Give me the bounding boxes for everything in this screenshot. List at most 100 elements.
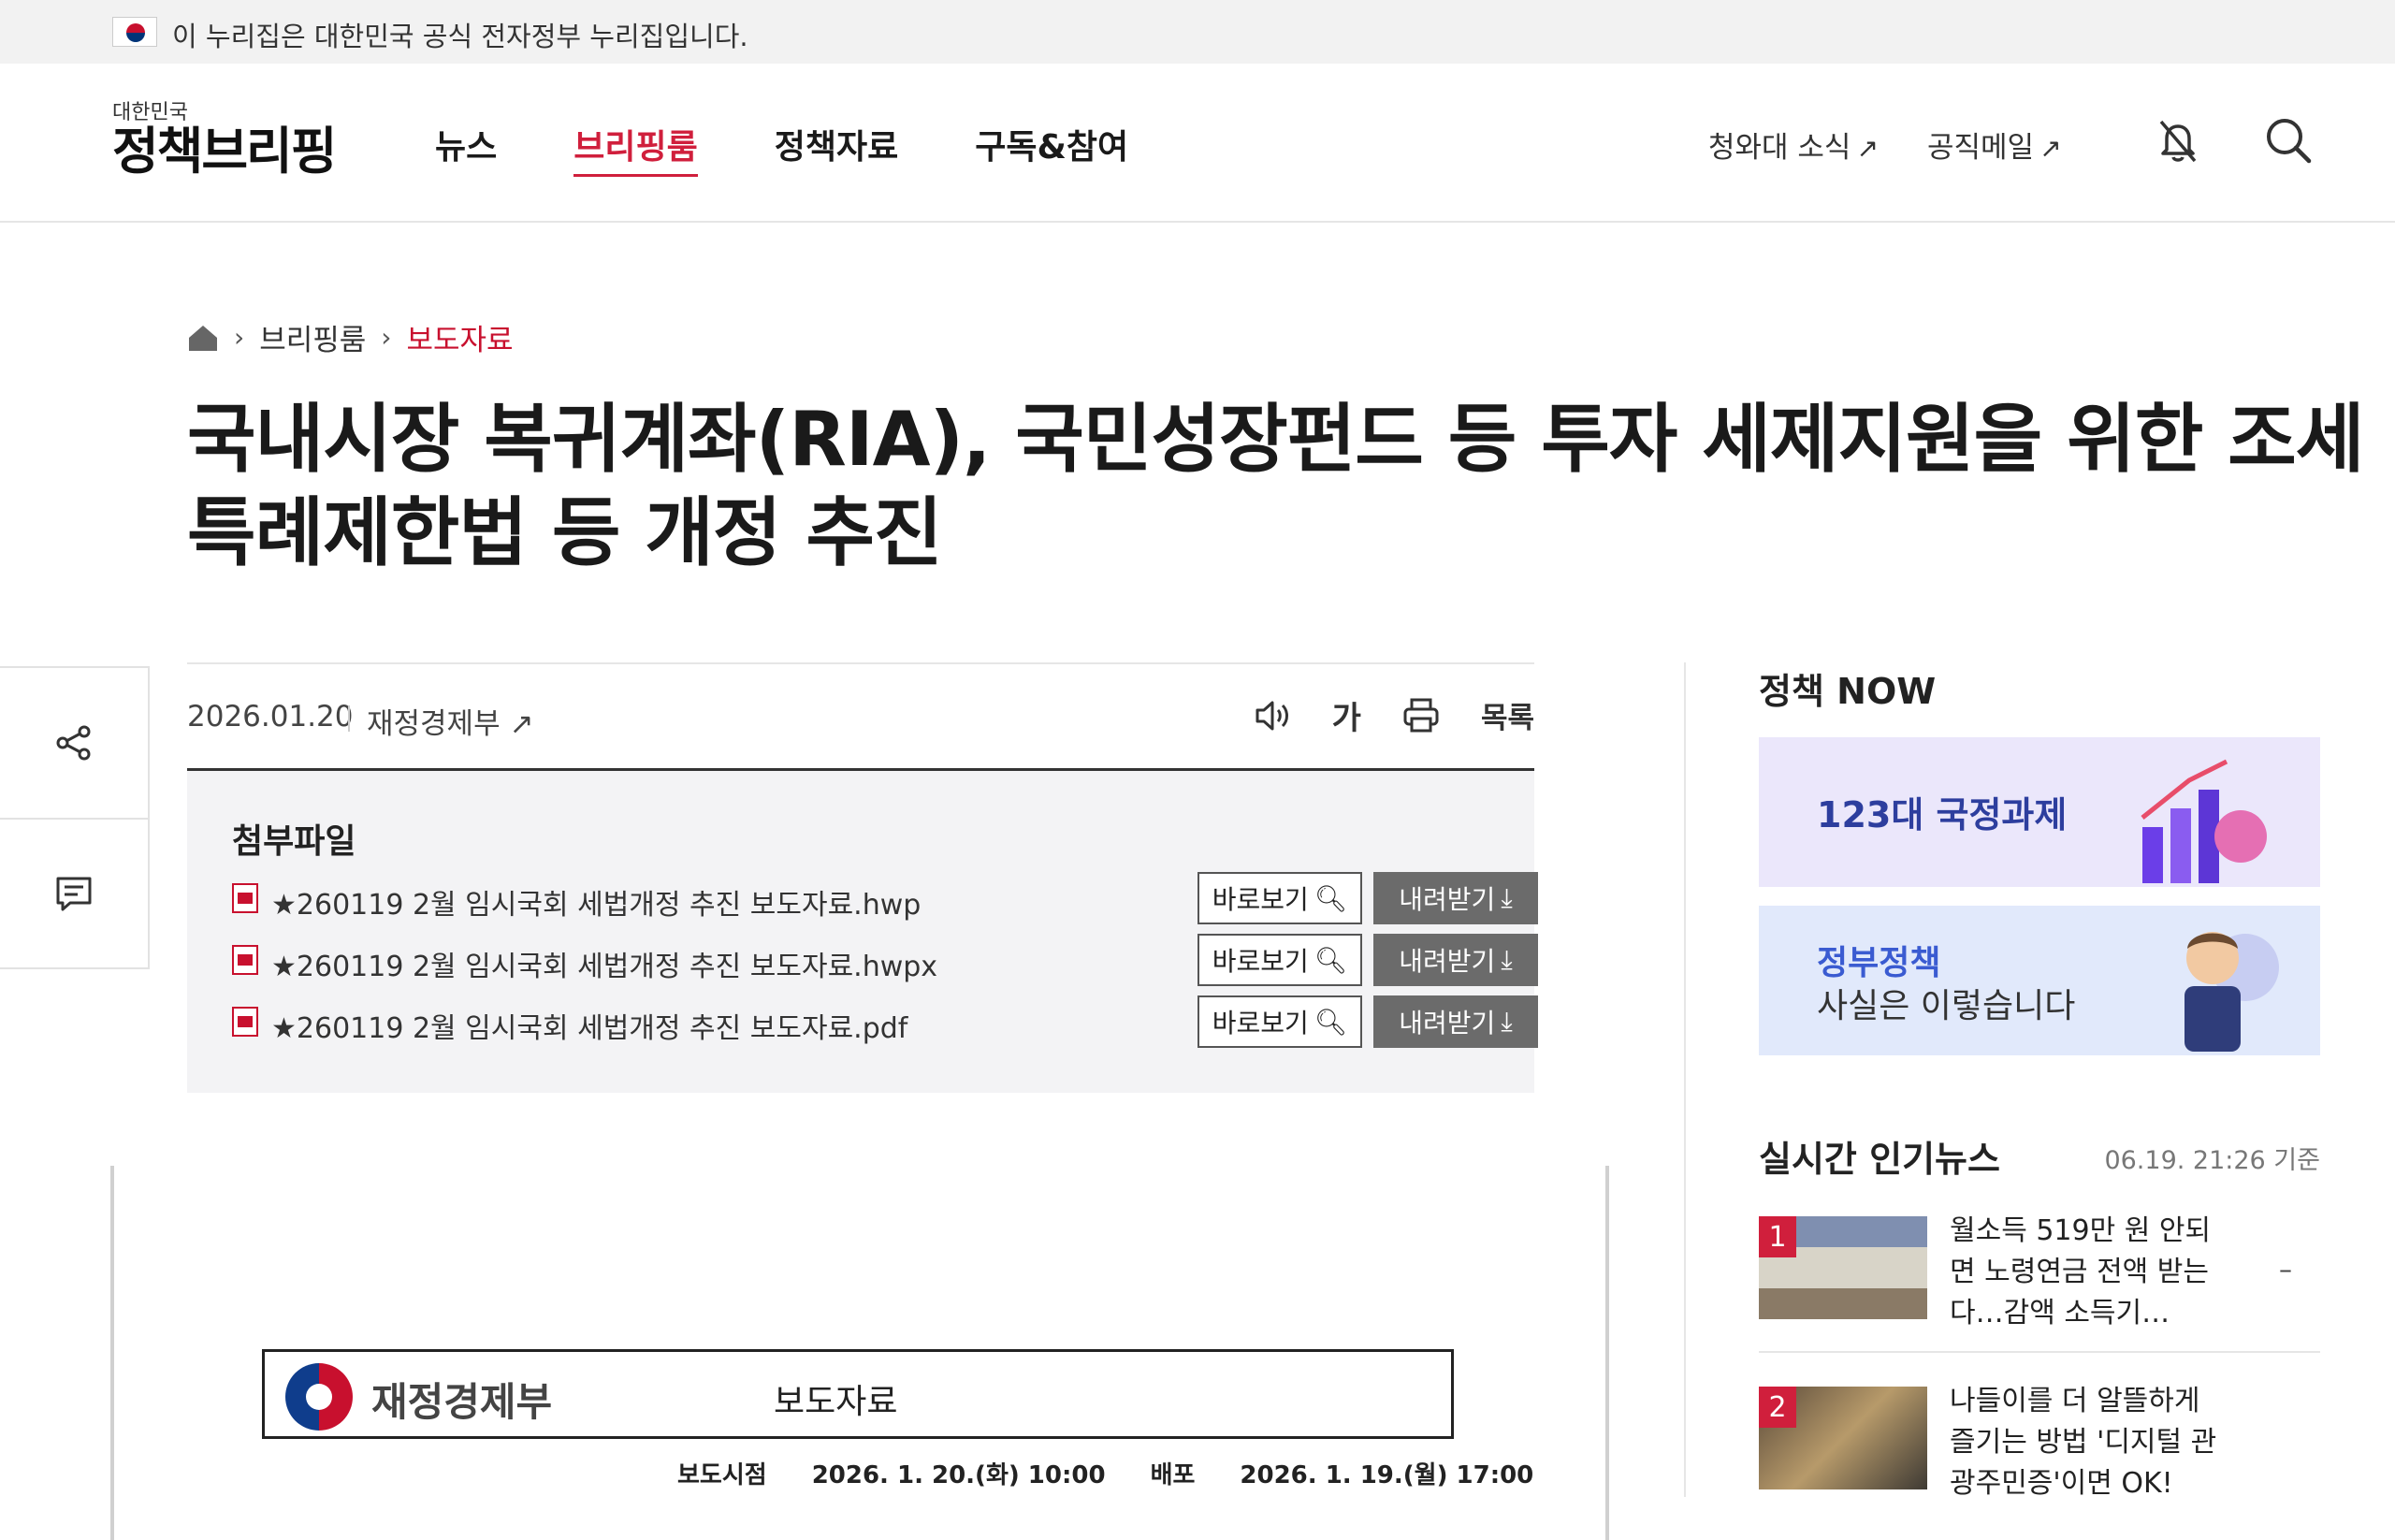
policy-now-title: 정책 NOW xyxy=(1759,671,1937,712)
breadcrumb-press-release[interactable]: 보도자료 xyxy=(407,316,514,358)
main-nav: 뉴스 브리핑룸 정책자료 구독&참여 xyxy=(435,120,1128,177)
article-date: 2026.01.20 xyxy=(187,700,354,734)
view-button[interactable]: 바로보기 🔍︎ xyxy=(1198,934,1362,986)
site-header: 대한민국 정책브리핑 뉴스 브리핑룸 정책자료 구독&참여 청와대 소식 ↗ 공직… xyxy=(0,64,2395,223)
banner-fact-check-line2: 사실은 이렇습니다 xyxy=(1817,987,2076,1025)
view-button-label: 바로보기 xyxy=(1212,946,1309,977)
document-ministry: 재정경제부 xyxy=(371,1379,553,1425)
government-emblem-icon xyxy=(285,1363,353,1431)
download-button[interactable]: 내려받기 ⤓ xyxy=(1373,934,1538,986)
release-value: 2026. 1. 19.(월) 17:00 xyxy=(1240,1461,1534,1489)
gov-notice-bar: 이 누리집은 대한민국 공식 전자정부 누리집입니다. xyxy=(0,0,2395,64)
embargo-value: 2026. 1. 20.(화) 10:00 xyxy=(811,1461,1106,1489)
embargo-label: 보도시점 xyxy=(677,1461,767,1489)
magnifier-icon: 🔍︎ xyxy=(1314,1006,1348,1038)
nav-policy-materials[interactable]: 정책자료 xyxy=(775,120,898,177)
popular-news-title: 실시간 인기뉴스 xyxy=(1759,1139,2000,1180)
attachment-row: ★260119 2월 임시국회 세법개정 추진 보도자료.hwpx 바로보기 🔍︎… xyxy=(232,934,1538,986)
popular-news-item[interactable]: 2 나들이를 더 알뜰하게 즐기는 방법 '디지털 관광주민증'이면 OK! xyxy=(1759,1385,2320,1536)
link-official-mail-label: 공직메일 xyxy=(1927,131,2035,165)
document-meta: 보도시점 2026. 1. 20.(화) 10:00 배포 2026. 1. 19.(… xyxy=(677,1456,1578,1490)
news-headline: 나들이를 더 알뜰하게 즐기는 방법 '디지털 관광주민증'이면 OK! xyxy=(1950,1385,2217,1500)
side-tools xyxy=(0,666,150,969)
document-header: 재정경제부 보도자료 xyxy=(262,1349,1454,1439)
policy-now-section: 정책 NOW xyxy=(1759,662,2320,714)
link-official-mail[interactable]: 공직메일 ↗ xyxy=(1927,123,2062,166)
attachments-title: 첨부파일 xyxy=(232,822,356,861)
download-button[interactable]: 내려받기 ⤓ xyxy=(1373,872,1538,924)
home-icon[interactable] xyxy=(187,323,219,353)
banner-national-tasks-text: 123대 국정과제 xyxy=(1817,794,2068,835)
logo-big-text: 정책브리핑 xyxy=(112,122,337,181)
comment-icon xyxy=(56,877,92,911)
list-button[interactable]: 목록 xyxy=(1481,694,1534,736)
article-meta: 2026.01.20 재정경제부 ↗ 가 목록 xyxy=(187,662,1534,771)
download-button-label: 내려받기 xyxy=(1399,884,1496,915)
popular-news-divider xyxy=(1759,1351,2320,1353)
attachment-name: ★260119 2월 임시국회 세법개정 추진 보도자료.hwpx xyxy=(271,951,938,983)
comment-button[interactable] xyxy=(0,818,148,967)
external-link-icon: ↗ xyxy=(2039,133,2062,164)
chevron-right-icon: › xyxy=(381,322,392,353)
link-cheongwadae-label: 청와대 소식 xyxy=(1708,131,1851,165)
notification-off-icon[interactable] xyxy=(2150,112,2206,168)
banner-fact-check-line1: 정부정책 xyxy=(1817,944,1941,982)
download-icon: ⤓ xyxy=(1501,1006,1513,1037)
attachment-row: ★260119 2월 임시국회 세법개정 추진 보도자료.hwp 바로보기 🔍︎ … xyxy=(232,872,1538,924)
download-button-label: 내려받기 xyxy=(1399,1008,1496,1039)
download-button[interactable]: 내려받기 ⤓ xyxy=(1373,995,1538,1048)
nav-subscribe[interactable]: 구독&참여 xyxy=(975,120,1128,177)
search-icon[interactable] xyxy=(2260,112,2316,168)
view-button-label: 바로보기 xyxy=(1212,1008,1309,1039)
nav-briefing-room[interactable]: 브리핑룸 xyxy=(573,120,698,177)
attachment-row: ★260119 2월 임시국회 세법개정 추진 보도자료.pdf 바로보기 🔍︎ … xyxy=(232,995,1538,1048)
view-button-label: 바로보기 xyxy=(1212,884,1309,915)
popular-news-time: 06.19. 21:26 기준 xyxy=(2104,1146,2320,1175)
document-kind: 보도자료 xyxy=(774,1383,898,1421)
gov-notice-text: 이 누리집은 대한민국 공식 전자정부 누리집입니다. xyxy=(172,21,748,52)
news-headline: 월소득 519만 원 안되면 노령연금 전액 받는다…감액 소득기… xyxy=(1950,1214,2212,1329)
chevron-right-icon: › xyxy=(234,322,245,353)
meta-divider xyxy=(348,705,350,732)
external-link-icon: ↗ xyxy=(1856,133,1879,164)
download-button-label: 내려받기 xyxy=(1399,946,1496,977)
chart-illustration-icon xyxy=(2141,759,2267,883)
pdf-file-icon xyxy=(232,1007,258,1037)
banner-fact-check[interactable]: 정부정책 사실은 이렇습니다 xyxy=(1759,906,2320,1055)
speaker-icon[interactable] xyxy=(1252,695,1293,736)
view-button[interactable]: 바로보기 🔍︎ xyxy=(1198,872,1362,924)
site-logo[interactable]: 대한민국 정책브리핑 xyxy=(112,95,337,181)
breadcrumb-briefing-room[interactable]: 브리핑룸 xyxy=(259,316,366,358)
hwpx-file-icon xyxy=(232,945,258,975)
release-label: 배포 xyxy=(1150,1461,1196,1489)
external-link-icon: ↗ xyxy=(509,707,534,741)
content-divider xyxy=(1684,662,1686,1497)
news-rank: 2 xyxy=(1759,1387,1796,1428)
view-button[interactable]: 바로보기 🔍︎ xyxy=(1198,995,1362,1048)
print-icon[interactable] xyxy=(1401,695,1442,736)
hwp-file-icon xyxy=(232,883,258,913)
share-icon xyxy=(56,725,91,761)
article-dept-link[interactable]: 재정경제부 ↗ xyxy=(367,700,533,742)
character-illustration-icon xyxy=(2185,932,2279,1052)
magnifier-icon: 🔍︎ xyxy=(1314,944,1348,976)
news-trend: – xyxy=(2279,1254,2292,1285)
attachments-box: 첨부파일 ★260119 2월 임시국회 세법개정 추진 보도자료.hwp 바로… xyxy=(187,771,1538,1093)
popular-news-item[interactable]: 1 월소득 519만 원 안되면 노령연금 전액 받는다…감액 소득기… – xyxy=(1759,1214,2320,1366)
banner-national-tasks[interactable]: 123대 국정과제 xyxy=(1759,737,2320,887)
attachment-name: ★260119 2월 임시국회 세법개정 추진 보도자료.hwp xyxy=(271,889,922,922)
attachment-name: ★260119 2월 임시국회 세법개정 추진 보도자료.pdf xyxy=(271,1012,908,1045)
magnifier-icon: 🔍︎ xyxy=(1314,882,1348,914)
share-button[interactable] xyxy=(0,668,148,818)
article-title: 국내시장 복귀계좌(RIA), 국민성장펀드 등 투자 세제지원을 위한 조세특… xyxy=(187,396,2364,576)
nav-news[interactable]: 뉴스 xyxy=(435,120,497,177)
breadcrumb: › 브리핑룸 › 보도자료 xyxy=(187,316,514,358)
link-cheongwadae[interactable]: 청와대 소식 ↗ xyxy=(1708,123,1879,166)
article-tools: 가 목록 xyxy=(1252,692,1534,738)
download-icon: ⤓ xyxy=(1501,882,1513,913)
article-dept: 재정경제부 xyxy=(367,707,501,741)
download-icon: ⤓ xyxy=(1501,944,1513,975)
font-size-button[interactable]: 가 xyxy=(1332,692,1361,738)
korea-flag-icon xyxy=(112,17,157,47)
news-rank: 1 xyxy=(1759,1216,1796,1257)
